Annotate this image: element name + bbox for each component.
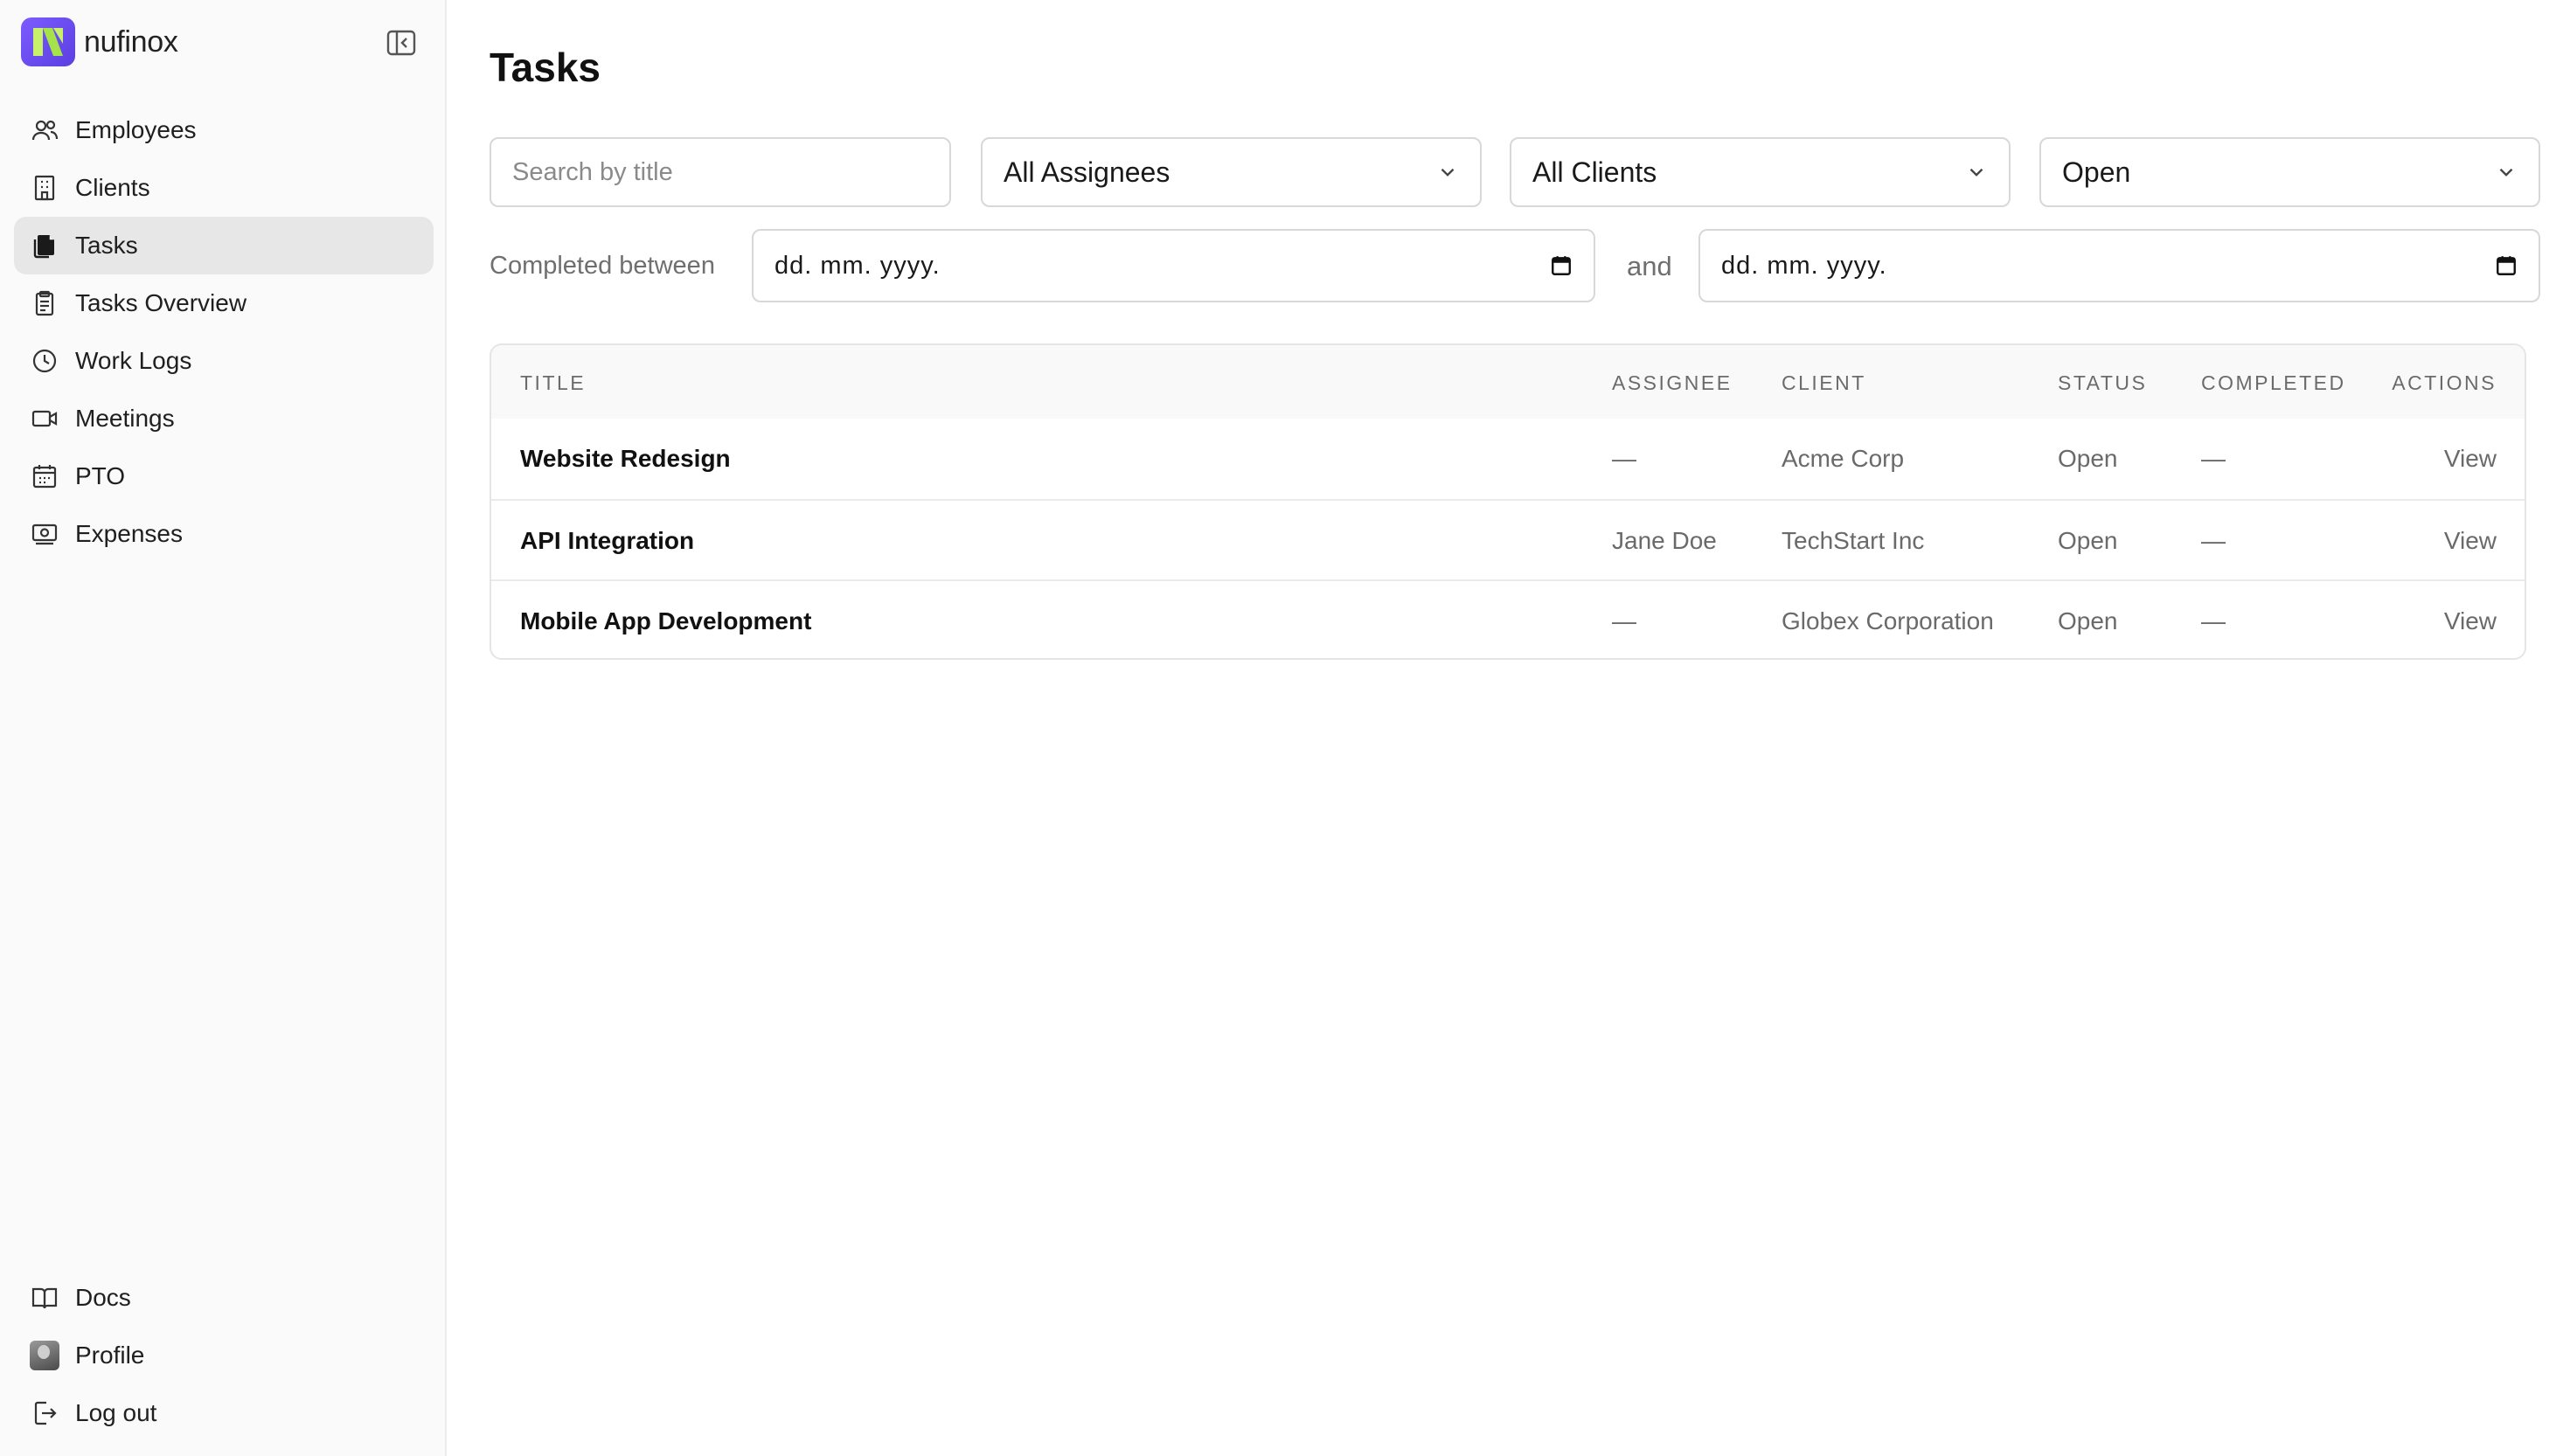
view-link[interactable]: View [2444,527,2497,555]
building-icon [30,173,59,203]
table-header: Title Assignee Client Status Completed A… [491,345,2525,419]
sidebar-item-label: Clients [75,174,150,201]
sidebar-item-expenses[interactable]: Expenses [14,505,434,563]
task-status: Open [2058,607,2118,634]
task-status: Open [2058,527,2118,554]
task-client: Globex Corporation [1782,607,1994,634]
table-row[interactable]: Mobile App Development — Globex Corporat… [491,579,2525,658]
column-header-assignee: Assignee [1612,371,1733,394]
task-assignee: — [1612,445,1636,472]
sidebar-nav: Employees Clients Tasks Tasks Overview W… [14,101,434,563]
view-link[interactable]: View [2444,445,2497,473]
assignee-select[interactable]: All Assignees [981,137,1482,207]
avatar [30,1341,59,1370]
sidebar-item-meetings[interactable]: Meetings [14,390,434,447]
calendar-icon [30,461,59,491]
column-header-completed: Completed [2201,371,2346,394]
sidebar-item-pto[interactable]: PTO [14,447,434,505]
sidebar-toggle-icon [386,30,416,56]
table-row[interactable]: Website Redesign — Acme Corp Open — View [491,419,2525,499]
collapse-sidebar-button[interactable] [385,26,418,59]
logout-icon [30,1398,59,1428]
sidebar-item-label: Employees [75,116,197,143]
completed-between-label: Completed between [490,252,715,280]
brand[interactable]: nufinox [21,17,178,66]
sidebar-item-label: Expenses [75,520,183,547]
sidebar-item-label: Tasks Overview [75,289,247,316]
column-header-client: Client [1782,371,1866,394]
column-header-title: Title [520,371,587,394]
sidebar-item-tasks[interactable]: Tasks [14,217,434,274]
tasks-table: Title Assignee Client Status Completed A… [490,343,2526,660]
client-select-value: All Clients [1532,156,1657,188]
sidebar-item-profile[interactable]: Profile [14,1327,434,1384]
status-select-value: Open [2062,156,2131,188]
date-to-value: dd. mm. yyyy. [1721,251,1887,280]
assignee-select-value: All Assignees [1004,156,1170,188]
column-header-status: Status [2058,371,2148,394]
and-label: and [1627,251,1672,281]
sidebar-item-label: Work Logs [75,347,192,374]
task-assignee: Jane Doe [1612,527,1717,554]
sidebar-item-work-logs[interactable]: Work Logs [14,332,434,390]
chevron-down-icon [1969,168,1983,177]
task-completed: — [2201,527,2226,554]
sidebar-item-label: PTO [75,462,126,489]
task-assignee: — [1612,607,1636,634]
sidebar-item-logout[interactable]: Log out [14,1384,434,1442]
table-row[interactable]: API Integration Jane Doe TechStart Inc O… [491,499,2525,579]
sidebar-bottom-nav: Docs Profile Log out [14,1269,434,1442]
task-title[interactable]: Mobile App Development [520,607,811,635]
calendar-icon[interactable] [1550,254,1573,277]
task-title[interactable]: API Integration [520,527,694,555]
main-content: Tasks All Assignees All Clients Open Com… [448,0,2570,1456]
sidebar: nufinox Employees Clients Tasks Tasks Ov… [0,0,447,1456]
sidebar-item-tasks-overview[interactable]: Tasks Overview [14,274,434,332]
book-icon [30,1283,59,1313]
task-completed: — [2201,607,2226,634]
client-select[interactable]: All Clients [1510,137,2011,207]
date-from-field[interactable]: dd. mm. yyyy. [752,229,1595,302]
sidebar-item-label: Log out [75,1399,157,1426]
date-to-field[interactable]: dd. mm. yyyy. [1698,229,2540,302]
task-client: Acme Corp [1782,445,1905,472]
column-header-actions: Actions [2392,371,2497,394]
chevron-down-icon [1441,168,1455,177]
view-link[interactable]: View [2444,607,2497,635]
clock-icon [30,346,59,376]
search-field[interactable] [490,137,951,207]
sidebar-item-label: Tasks [75,232,138,259]
clipboard-icon [30,288,59,318]
users-icon [30,115,59,145]
task-client: TechStart Inc [1782,527,1925,554]
task-title[interactable]: Website Redesign [520,445,731,473]
video-icon [30,404,59,433]
calendar-icon[interactable] [2495,254,2518,277]
task-completed: — [2201,445,2226,472]
sidebar-item-employees[interactable]: Employees [14,101,434,159]
documents-icon [30,231,59,260]
sidebar-item-label: Meetings [75,405,175,432]
search-input[interactable] [512,157,928,187]
sidebar-item-docs[interactable]: Docs [14,1269,434,1327]
chevron-down-icon [2499,168,2513,177]
sidebar-item-clients[interactable]: Clients [14,159,434,217]
status-select[interactable]: Open [2039,137,2540,207]
sidebar-item-label: Docs [75,1284,131,1311]
task-status: Open [2058,445,2118,472]
sidebar-item-label: Profile [75,1342,145,1369]
nufinox-logo-icon [21,17,75,66]
brand-name: nufinox [84,24,178,59]
date-from-value: dd. mm. yyyy. [774,251,941,280]
money-icon [30,519,59,549]
page-title: Tasks [490,45,601,90]
